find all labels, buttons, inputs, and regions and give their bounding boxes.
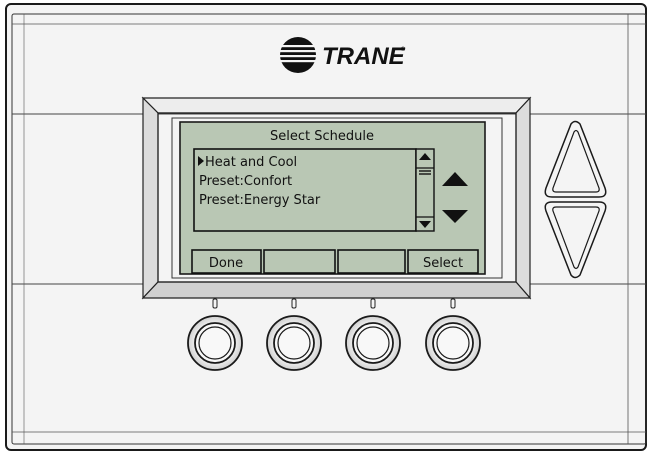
softkey-select[interactable]: Select [407, 249, 479, 274]
softkey-done[interactable]: Done [191, 249, 262, 274]
indicator-marker-2 [291, 298, 297, 309]
softkey-select-label: Select [423, 256, 463, 271]
trademark-mark: ® [400, 46, 406, 53]
softkey-3[interactable] [337, 249, 406, 274]
indicator-marker-1 [212, 298, 218, 309]
indicator-marker-4 [450, 298, 456, 309]
list-item-preset-confort[interactable]: Preset:Confort [199, 174, 292, 189]
list-item-preset-energy-star[interactable]: Preset:Energy Star [199, 193, 321, 208]
screen-title: Select Schedule [270, 129, 374, 144]
softkey-done-label: Done [209, 256, 243, 271]
indicator-marker-3 [370, 298, 376, 309]
thermostat-device: TRANE ® Select Schedule Heat and Cool Pr… [0, 0, 648, 453]
list-scrollbar[interactable] [415, 148, 435, 232]
list-item-heat-and-cool[interactable]: Heat and Cool [205, 155, 297, 170]
lcd-screen: Select Schedule Heat and Cool Preset:Con… [179, 121, 486, 275]
softkey-2[interactable] [263, 249, 336, 274]
brand-name: TRANE [322, 43, 406, 70]
trane-logo: TRANE ® [277, 37, 406, 73]
